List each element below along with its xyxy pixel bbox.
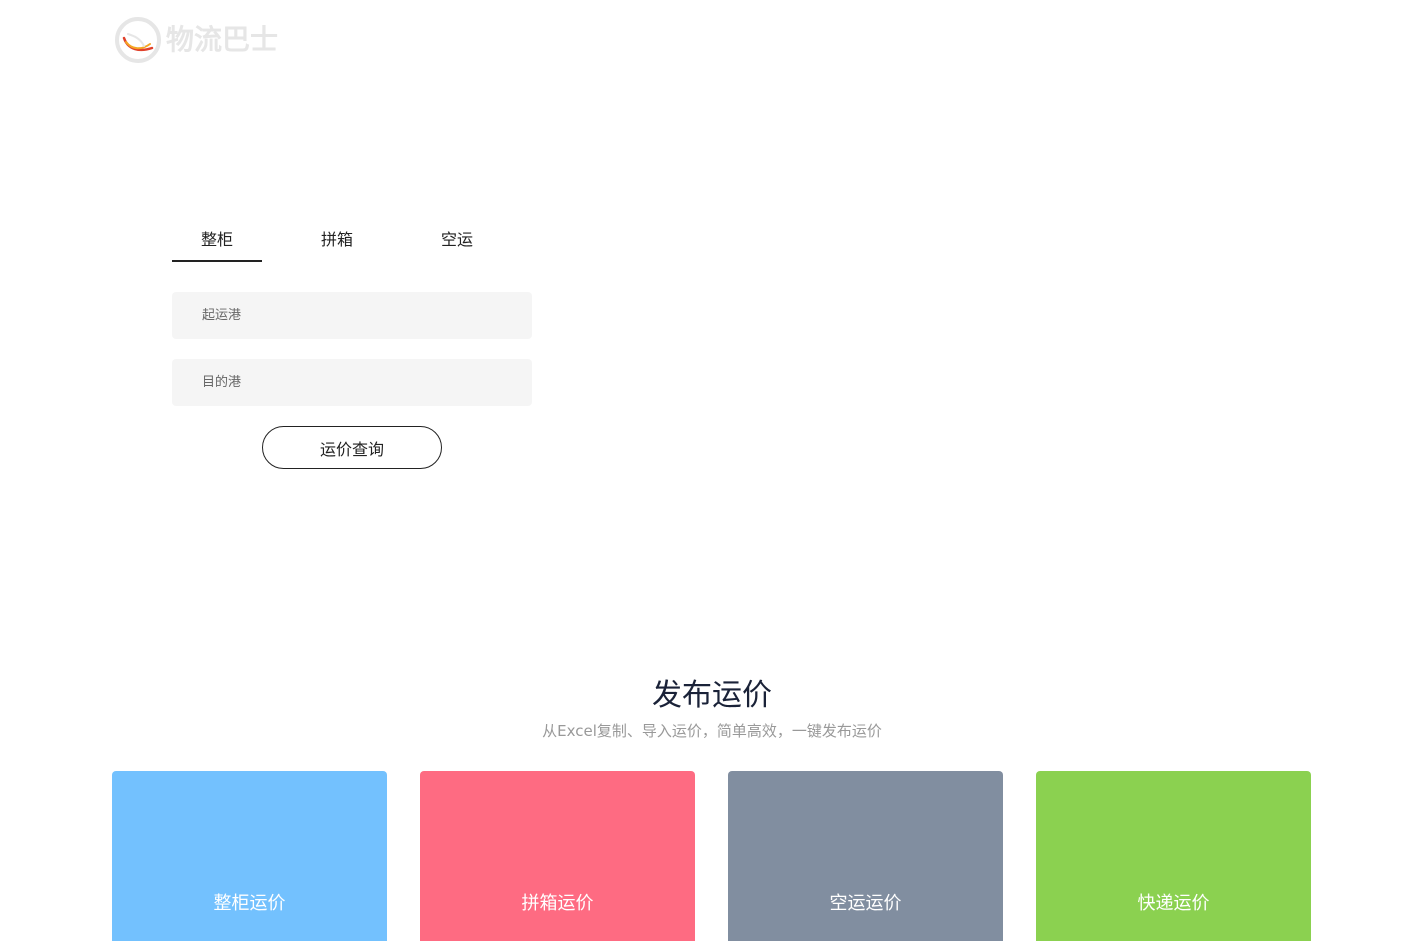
tab-lcl[interactable]: 拼箱 bbox=[292, 222, 382, 262]
card-label: 快递运价 bbox=[1137, 893, 1210, 914]
publish-section-subtitle: 从Excel复制、导入运价，简单高效，一键发布运价 bbox=[542, 722, 882, 740]
destination-port-input[interactable] bbox=[172, 359, 532, 406]
tab-air[interactable]: 空运 bbox=[412, 222, 502, 262]
publish-card-air[interactable]: 空运运价 bbox=[728, 771, 1003, 941]
tab-full-container[interactable]: 整柜 bbox=[172, 222, 262, 262]
publish-card-full-container[interactable]: 整柜运价 bbox=[112, 771, 387, 941]
logo-bus-icon bbox=[115, 17, 161, 63]
publish-section-title: 发布运价 bbox=[652, 678, 772, 713]
origin-port-input[interactable] bbox=[172, 292, 532, 339]
rate-query-button[interactable]: 运价查询 bbox=[262, 426, 442, 469]
freight-type-tabs: 整柜 拼箱 空运 bbox=[172, 222, 532, 262]
site-logo[interactable]: 物流巴士 bbox=[114, 16, 278, 64]
card-label: 拼箱运价 bbox=[521, 893, 594, 914]
publish-card-express[interactable]: 快递运价 bbox=[1036, 771, 1311, 941]
card-label: 整柜运价 bbox=[213, 893, 286, 914]
card-label: 空运运价 bbox=[829, 893, 902, 914]
logo-text: 物流巴士 bbox=[166, 23, 279, 56]
publish-card-lcl[interactable]: 拼箱运价 bbox=[420, 771, 695, 941]
